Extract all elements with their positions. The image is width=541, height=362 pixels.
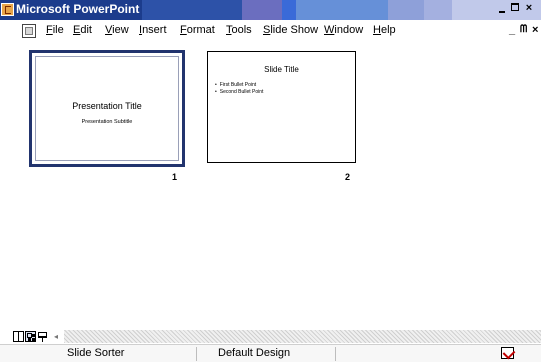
powerpoint-window: Microsoft PowerPoint × File Edit View In… [0,0,541,362]
title-bar-segment [242,0,282,20]
menu-tools[interactable]: Tools [226,24,252,36]
slide-thumbnail-2[interactable]: Slide Title First Bullet Point Second Bu… [207,51,356,163]
window-title: Microsoft PowerPoint [16,2,140,16]
menu-slide-show[interactable]: Slide Show [263,24,318,36]
slide-2-bullet: Second Bullet Point [215,89,264,96]
status-design: Default Design [218,347,291,359]
menu-view[interactable]: View [105,24,129,36]
title-bar-segment [296,0,388,20]
close-button[interactable]: × [523,2,535,15]
document-close-button[interactable]: × [532,24,538,36]
slide-show-button[interactable] [37,331,48,342]
powerpoint-app-icon[interactable] [1,3,14,16]
slide-1-title: Presentation Title [72,101,142,111]
slide-2-bullet-list: First Bullet Point Second Bullet Point [215,82,264,96]
menu-edit[interactable]: Edit [73,24,92,36]
title-bar-segment [142,0,242,20]
minimize-button[interactable] [497,2,509,15]
menu-help[interactable]: Help [373,24,396,36]
document-control-icon[interactable] [22,24,36,38]
slide-2-bullet: First Bullet Point [215,82,263,89]
title-bar[interactable]: Microsoft PowerPoint × [0,0,541,20]
menu-format[interactable]: Format [180,24,215,36]
maximize-button[interactable] [510,2,522,15]
title-bar-segment [282,0,296,20]
slide-number-1: 1 [172,172,178,182]
scroll-left-arrow-icon[interactable]: ◂ [51,331,61,342]
normal-view-button[interactable] [13,331,24,342]
slide-1-subtitle: Presentation Subtitle [81,119,133,125]
view-bar: ◂ [0,330,541,344]
spelling-check-icon[interactable] [501,347,514,359]
slide-thumbnail-1[interactable]: Presentation Title Presentation Subtitle [29,50,185,167]
status-bar: Slide Sorter Default Design [0,344,541,362]
title-bar-segment [388,0,424,20]
status-divider [335,347,336,361]
slide-sorter-view-button[interactable] [25,331,36,342]
status-view: Slide Sorter [67,347,125,359]
slide-1-surface: Presentation Title Presentation Subtitle [35,56,179,161]
slide-2-title: Slide Title [264,65,299,74]
title-bar-segment [424,0,452,20]
document-restore-button[interactable]: ᗰ [520,24,527,35]
menu-file[interactable]: File [46,24,64,36]
menu-bar: File Edit View Insert Format Tools Slide… [0,20,541,42]
menu-window[interactable]: Window [324,24,363,36]
horizontal-scrollbar[interactable] [64,330,541,343]
menu-insert[interactable]: Insert [139,24,167,36]
status-divider [196,347,197,361]
document-minimize-button[interactable]: _ [509,24,515,36]
slide-sorter-pane: Presentation Title Presentation Subtitle… [0,42,541,332]
slide-number-2: 2 [345,172,351,182]
